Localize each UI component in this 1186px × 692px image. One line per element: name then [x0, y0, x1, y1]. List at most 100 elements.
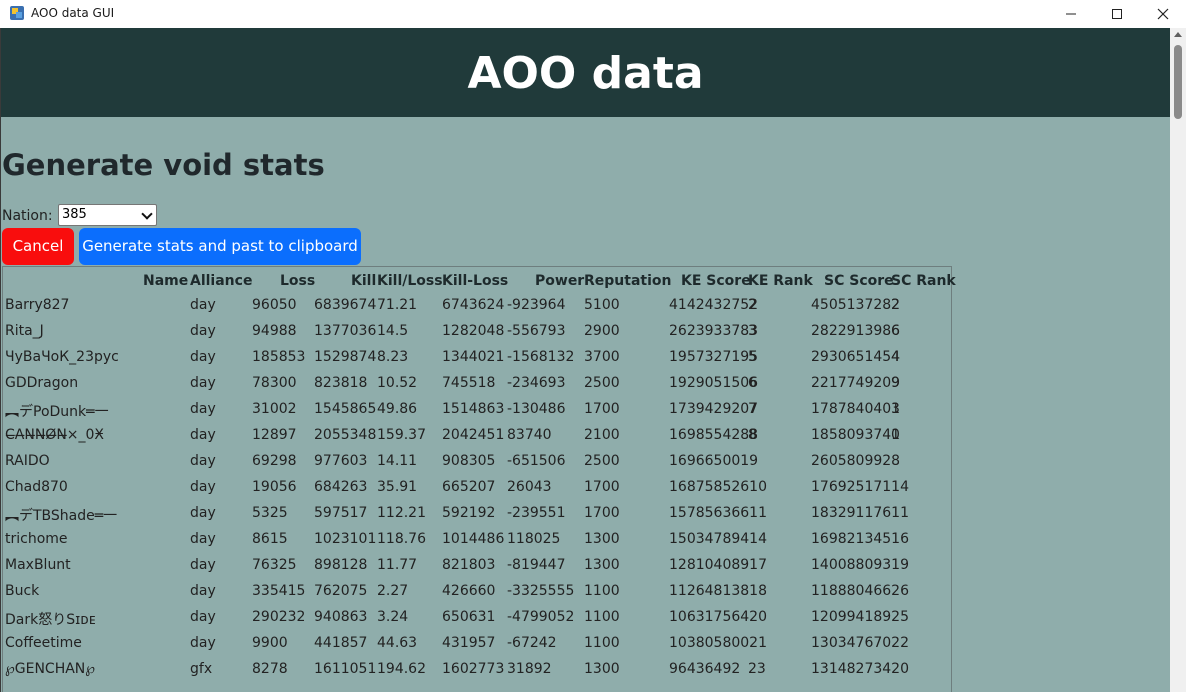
- cancel-button[interactable]: Cancel: [2, 228, 74, 265]
- table-cell: -130486: [507, 401, 566, 417]
- table-row: Chad870 day 19056 684263 35.91 665207 26043 170…: [3, 479, 951, 505]
- table-cell: 13034767022: [811, 635, 909, 651]
- table-cell: 762075: [314, 583, 368, 599]
- table-cell: 18329117611: [811, 505, 909, 521]
- column-header-power: Power: [535, 273, 585, 289]
- table-cell: -923964: [507, 297, 566, 313]
- table-cell: 1023101: [314, 531, 377, 547]
- table-cell: day: [190, 505, 216, 521]
- table-cell: 898128: [314, 557, 368, 573]
- table-cell: 49.86: [377, 401, 418, 417]
- table-cell: day: [190, 349, 216, 365]
- table-cell: 185853: [252, 349, 306, 365]
- table-cell: 426660: [442, 583, 496, 599]
- table-cell: 78300: [252, 375, 297, 391]
- table-cell: Rita_J: [5, 323, 44, 339]
- minimize-button[interactable]: [1048, 0, 1094, 28]
- table-row: ℘GENCHAN℘ gfx 8278 1611051 194.62 1602773 3189…: [3, 661, 951, 687]
- table-cell: 31002: [252, 401, 297, 417]
- column-header-alliance: Alliance: [190, 273, 253, 289]
- maximize-button[interactable]: [1094, 0, 1140, 28]
- table-cell: 1698554288: [669, 427, 759, 443]
- table-cell: day: [190, 583, 216, 599]
- table-cell: Buck: [5, 583, 40, 599]
- table-cell: 26043: [507, 479, 552, 495]
- table-cell: 10.52: [377, 375, 418, 391]
- table-cell: 6743624: [442, 297, 505, 313]
- table-cell: 14.11: [377, 453, 418, 469]
- minimize-icon: [1066, 13, 1076, 15]
- table-row: Dark怒りSɪᴅᴇ day 290232 940863 3.24 650631 -4799…: [3, 609, 951, 635]
- table-cell: 2042451: [442, 427, 505, 443]
- table-cell: 14008809319: [811, 557, 909, 573]
- table-cell: 335415: [252, 583, 306, 599]
- window-title: AOO data GUI: [31, 6, 115, 20]
- table-cell: 441857: [314, 635, 368, 651]
- table-cell: 3: [891, 401, 900, 417]
- table-cell: 96050: [252, 297, 297, 313]
- table-cell: 4505137282: [811, 297, 901, 313]
- table-cell: MaxBlunt: [5, 557, 71, 573]
- table-cell: 823818: [314, 375, 368, 391]
- table-cell: 1957327195: [669, 349, 759, 365]
- table-row: ︻デTBShade═一 day 5325 597517 112.21 592192 -239…: [3, 505, 951, 531]
- table-cell: 2.27: [377, 583, 409, 599]
- scroll-up-arrow-icon[interactable]: [1174, 32, 1182, 37]
- table-cell: 8: [748, 427, 757, 443]
- header-banner: AOO data: [1, 28, 1170, 117]
- table-cell: 12810408917: [669, 557, 767, 573]
- table-cell: 15034789414: [669, 531, 767, 547]
- table-cell: 8278: [252, 661, 288, 677]
- table-cell: day: [190, 375, 216, 391]
- table-cell: 1282048: [442, 323, 505, 339]
- table-cell: gfx: [190, 661, 213, 677]
- table-cell: 94988: [252, 323, 297, 339]
- table-row: GDDragon day 78300 823818 10.52 745518 -234693…: [3, 375, 951, 401]
- column-header-kill-minus-loss: Kill-Loss: [442, 273, 509, 289]
- table-cell: 1700: [584, 479, 620, 495]
- table-cell: 16875852610: [669, 479, 767, 495]
- table-cell: 2900: [584, 323, 620, 339]
- table-cell: 1929051506: [669, 375, 759, 391]
- table-cell: -819447: [507, 557, 566, 573]
- table-row: RAIDO day 69298 977603 14.11 908305 -651506 250…: [3, 453, 951, 479]
- maximize-icon: [1112, 9, 1122, 19]
- table-cell: 665207: [442, 479, 496, 495]
- table-cell: 2822913986: [811, 323, 901, 339]
- table-cell: 35.91: [377, 479, 418, 495]
- table-cell: 1514863: [442, 401, 505, 417]
- table-cell: day: [190, 297, 216, 313]
- table-cell: trichome: [5, 531, 68, 547]
- table-cell: 31892: [507, 661, 552, 677]
- table-cell: 1602773: [442, 661, 505, 677]
- table-cell: 1858093741: [811, 427, 901, 443]
- table-cell: 194.62: [377, 661, 426, 677]
- table-row: Coffeetime day 9900 441857 44.63 431957 -67242…: [3, 635, 951, 661]
- vertical-scrollbar[interactable]: [1170, 28, 1186, 692]
- table-cell: -67242: [507, 635, 557, 651]
- table-cell: day: [190, 531, 216, 547]
- generate-stats-button[interactable]: Generate stats and past to clipboard: [79, 228, 361, 265]
- column-header-name: Name: [143, 273, 189, 289]
- close-button[interactable]: [1140, 0, 1186, 28]
- table-cell: 2: [748, 297, 757, 313]
- app-logo-icon: [10, 6, 24, 20]
- table-cell: 69298: [252, 453, 297, 469]
- close-icon: [1157, 8, 1169, 20]
- table-cell: Barry827: [5, 297, 70, 313]
- nation-select[interactable]: 385: [58, 204, 157, 226]
- scrollbar-thumb[interactable]: [1174, 45, 1182, 119]
- table-row: ︻デPoDunk═一 day 31002 1545865 49.86 1514863 -13…: [3, 401, 951, 427]
- table-row: Buck day 335415 762075 2.27 426660 -3325555 110…: [3, 583, 951, 609]
- column-header-kill: Kill: [351, 273, 377, 289]
- table-cell: 1344021: [442, 349, 505, 365]
- column-header-kill-loss-ratio: Kill/Loss: [377, 273, 443, 289]
- table-cell: 23: [748, 661, 766, 677]
- table-cell: 1611051: [314, 661, 377, 677]
- table-cell: 11888046626: [811, 583, 909, 599]
- table-cell: 940863: [314, 609, 368, 625]
- page-viewport: AOO data Generate void stats Nation: 385…: [0, 28, 1170, 692]
- table-cell: 118025: [507, 531, 561, 547]
- table-cell: day: [190, 479, 216, 495]
- table-cell: Coffeetime: [5, 635, 82, 651]
